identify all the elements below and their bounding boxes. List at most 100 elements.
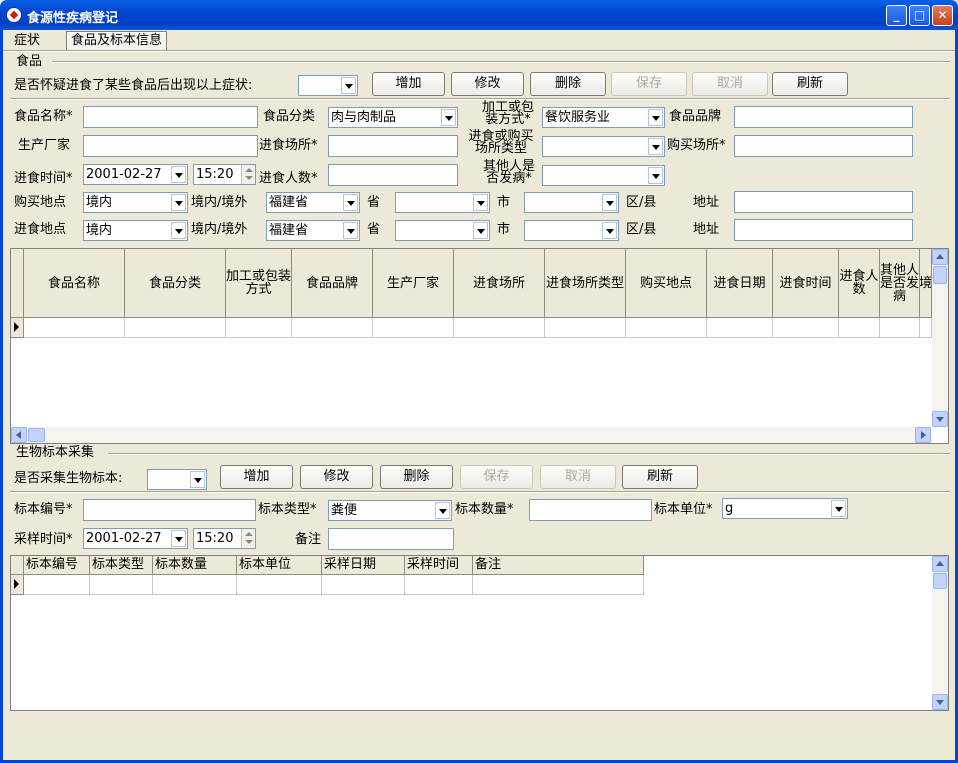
food-table-cell[interactable] [920, 318, 932, 338]
chevron-down-icon[interactable] [648, 109, 663, 126]
food-table-cell[interactable] [773, 318, 839, 338]
minimize-button[interactable]: _ [886, 5, 907, 26]
specimen-unit-select[interactable]: g [722, 498, 848, 519]
food-brand-input[interactable] [734, 106, 913, 128]
eat-time-spinner[interactable]: 15:20 [193, 164, 256, 185]
specimen-col-header[interactable]: 备注 [473, 556, 644, 575]
buy-location-scope-select[interactable]: 境内 [83, 192, 188, 213]
food-add-button[interactable]: 增加 [372, 72, 445, 96]
specimen-col-header[interactable]: 采样时间 [405, 556, 473, 575]
chevron-down-icon[interactable] [190, 471, 205, 488]
food-vscroll-thumb[interactable] [933, 266, 947, 284]
specimen-table-cell[interactable] [473, 575, 644, 595]
eat-province-detail-select[interactable] [395, 220, 490, 241]
chevron-down-icon[interactable] [171, 194, 186, 211]
food-col-header[interactable]: 购买地点 [626, 249, 707, 318]
food-col-header[interactable]: 进食场所类型 [545, 249, 626, 318]
food-cancel-button[interactable]: 取消 [692, 72, 768, 96]
food-col-header[interactable]: 食品名称 [24, 249, 125, 318]
specimen-id-input[interactable] [83, 499, 256, 521]
chevron-down-icon[interactable] [171, 530, 186, 547]
food-category-select[interactable]: 肉与肉制品 [328, 107, 458, 128]
specimen-refresh-button[interactable]: 刷新 [622, 465, 698, 489]
chevron-down-icon[interactable] [171, 222, 186, 239]
scroll-up-icon[interactable] [932, 556, 948, 572]
scroll-left-icon[interactable] [11, 427, 27, 443]
specimen-table-cell[interactable] [24, 575, 90, 595]
food-col-header[interactable]: 生产厂家 [373, 249, 454, 318]
specimen-add-button[interactable]: 增加 [220, 465, 293, 489]
chevron-down-icon[interactable] [343, 194, 358, 211]
buy-place-input[interactable] [734, 135, 913, 157]
eat-address-input[interactable] [734, 219, 913, 241]
specimen-delete-button[interactable]: 删除 [380, 465, 453, 489]
food-row-indicator[interactable] [11, 318, 24, 338]
food-col-header[interactable]: 进食日期 [707, 249, 773, 318]
chevron-down-icon[interactable] [441, 109, 456, 126]
eat-province-select[interactable]: 福建省 [266, 220, 360, 241]
food-col-header[interactable]: 食品品牌 [292, 249, 373, 318]
buy-city-select[interactable] [524, 192, 619, 213]
scroll-right-icon[interactable] [915, 427, 931, 443]
buy-address-input[interactable] [734, 191, 913, 213]
specimen-edit-button[interactable]: 修改 [300, 465, 373, 489]
tab-symptoms[interactable]: 症状 [10, 32, 44, 51]
spinner-arrows-icon[interactable] [241, 529, 255, 548]
food-col-header[interactable]: 进食时间 [773, 249, 839, 318]
others-sick-select[interactable] [542, 165, 665, 186]
food-save-button[interactable]: 保存 [611, 72, 687, 96]
food-col-header[interactable]: 进食人数 [839, 249, 880, 318]
chevron-down-icon[interactable] [473, 194, 488, 211]
specimen-qty-input[interactable] [529, 499, 652, 521]
specimen-row-indicator[interactable] [11, 575, 24, 595]
buy-province-select[interactable]: 福建省 [266, 192, 360, 213]
specimen-table-cell[interactable] [322, 575, 405, 595]
chevron-down-icon[interactable] [435, 502, 450, 519]
specimen-table-cell[interactable] [405, 575, 473, 595]
food-table-cell[interactable] [24, 318, 125, 338]
specimen-table-cell[interactable] [153, 575, 237, 595]
spinner-arrows-icon[interactable] [241, 165, 255, 184]
specimen-save-button[interactable]: 保存 [460, 465, 533, 489]
food-table-cell[interactable] [839, 318, 880, 338]
food-packaging-select[interactable]: 餐饮服务业 [542, 107, 665, 128]
food-table-cell[interactable] [125, 318, 226, 338]
place-type-select[interactable] [542, 136, 665, 157]
food-table-cell[interactable] [626, 318, 707, 338]
chevron-down-icon[interactable] [341, 77, 356, 94]
chevron-down-icon[interactable] [343, 222, 358, 239]
food-col-header[interactable]: 加工或包装方式 [226, 249, 292, 318]
food-col-header[interactable]: 进食场所 [454, 249, 545, 318]
specimen-type-select[interactable]: 粪便 [328, 500, 452, 521]
food-horizontal-scrollbar[interactable] [11, 427, 932, 443]
scroll-down-icon[interactable] [932, 694, 948, 710]
sample-time-spinner[interactable]: 15:20 [193, 528, 256, 549]
eat-city-select[interactable] [524, 220, 619, 241]
buy-province-detail-select[interactable] [395, 192, 490, 213]
sample-date-picker[interactable]: 2001-02-27 [83, 528, 188, 549]
food-table-cell[interactable] [880, 318, 920, 338]
specimen-table-cell[interactable] [90, 575, 153, 595]
food-table-cell[interactable] [292, 318, 373, 338]
specimen-col-header[interactable]: 标本数量 [153, 556, 237, 575]
food-table-cell[interactable] [707, 318, 773, 338]
close-button[interactable]: ✕ [932, 5, 953, 26]
chevron-down-icon[interactable] [831, 500, 846, 517]
title-bar[interactable] [0, 0, 958, 30]
specimen-col-header[interactable]: 标本类型 [90, 556, 153, 575]
food-refresh-button[interactable]: 刷新 [772, 72, 848, 96]
food-table-cell[interactable] [373, 318, 454, 338]
specimen-vscroll-thumb[interactable] [933, 573, 947, 589]
specimen-table-cell[interactable] [237, 575, 322, 595]
chevron-down-icon[interactable] [473, 222, 488, 239]
scroll-up-icon[interactable] [932, 249, 948, 265]
specimen-collect-select[interactable] [147, 469, 207, 490]
specimen-col-header[interactable]: 采样日期 [322, 556, 405, 575]
chevron-down-icon[interactable] [648, 167, 663, 184]
food-hscroll-thumb[interactable] [28, 428, 45, 442]
specimen-note-input[interactable] [328, 528, 454, 550]
food-col-header[interactable]: 其他人是否发病 [880, 249, 920, 318]
maximize-button[interactable]: □ [909, 5, 930, 26]
tab-food-specimen[interactable]: 食品及标本信息 [66, 31, 168, 50]
food-col-header[interactable]: 食品分类 [125, 249, 226, 318]
